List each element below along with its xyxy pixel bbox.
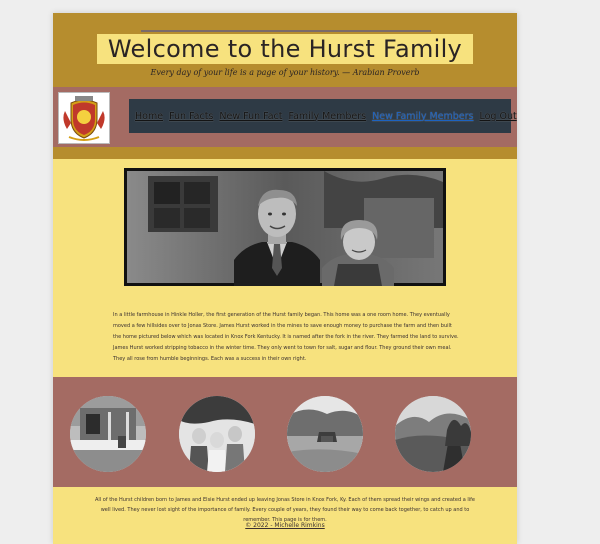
page-container: Welcome to the Hurst Family Every day of… <box>53 13 517 544</box>
tagline: Every day of your life is a page of your… <box>150 68 420 77</box>
nav-fun-facts[interactable]: Fun Facts <box>169 111 213 122</box>
header-divider <box>141 30 431 32</box>
gallery-photo-farmhouse-porch <box>70 396 146 472</box>
header: Welcome to the Hurst Family Every day of… <box>53 13 517 87</box>
hero-photo-couple <box>124 168 446 286</box>
intro-paragraph: In a little farmhouse in Hinkle Holler, … <box>113 312 459 362</box>
main-navigation: Home Fun Facts New Fun Fact Family Membe… <box>129 99 517 133</box>
nav-new-family-members[interactable]: New Family Members <box>372 111 473 122</box>
gold-divider <box>53 147 517 159</box>
nav-log-out[interactable]: Log Out <box>479 111 516 122</box>
nav-band: Home Fun Facts New Fun Fact Family Membe… <box>53 87 517 147</box>
title-banner: Welcome to the Hurst Family <box>97 34 473 64</box>
nav-new-fun-fact[interactable]: New Fun Fact <box>219 111 282 122</box>
copyright-link[interactable]: © 2022 - Michelle Rimkins <box>53 522 517 529</box>
footer-paragraph: All of the Hurst children born to James … <box>95 497 475 523</box>
gallery-photo-mountain-valley <box>395 396 471 472</box>
nav-family-members[interactable]: Family Members <box>289 111 367 122</box>
page-title: Welcome to the Hurst Family <box>107 35 463 63</box>
gallery-photo-family-group <box>179 396 255 472</box>
photo-gallery <box>53 377 517 487</box>
nav-home[interactable]: Home <box>135 111 163 122</box>
gallery-photo-farm-landscape <box>287 396 363 472</box>
family-crest-logo <box>58 92 110 144</box>
